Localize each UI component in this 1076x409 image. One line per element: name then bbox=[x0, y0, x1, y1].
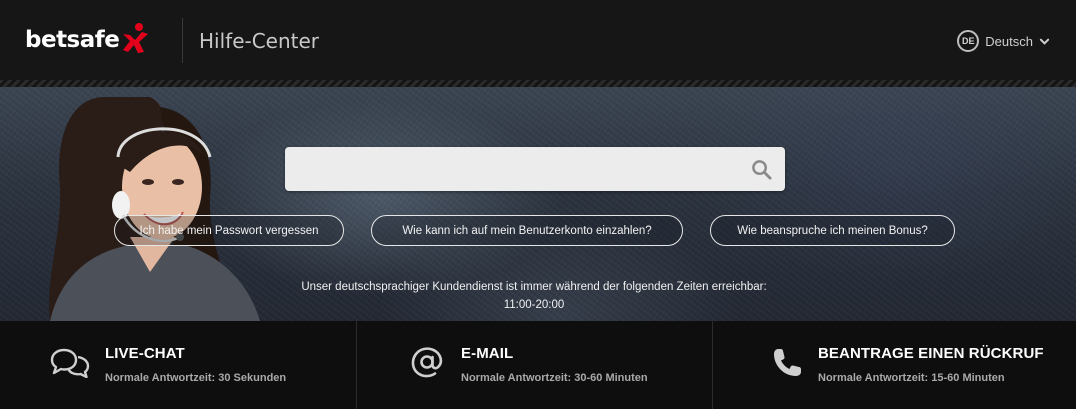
language-code-badge: DE bbox=[957, 30, 980, 52]
contact-response-time: Normale Antwortzeit: 15-60 Minuten bbox=[818, 372, 1005, 384]
betsafe-logo[interactable]: betsafe bbox=[25, 22, 150, 58]
language-selector[interactable]: DE Deutsch bbox=[957, 30, 1050, 52]
search-box[interactable] bbox=[285, 147, 785, 191]
contact-title: BEANTRAGE EINEN RÜCKRUF bbox=[818, 345, 1044, 362]
contact-response-time: Normale Antwortzeit: 30 Sekunden bbox=[105, 372, 287, 384]
contact-options-bar: LIVE-CHAT Normale Antwortzeit: 30 Sekund… bbox=[0, 321, 1076, 409]
service-hours-info: Unser deutschsprachiger Kundendienst ist… bbox=[0, 278, 1068, 314]
quick-link-bonus[interactable]: Wie beanspruche ich meinen Bonus? bbox=[710, 215, 955, 246]
chevron-down-icon bbox=[1039, 38, 1050, 45]
contact-title: E-MAIL bbox=[461, 345, 514, 362]
search-icon[interactable] bbox=[751, 159, 772, 180]
top-header: betsafe Hilfe-Center DE Deutsch bbox=[0, 0, 1076, 85]
contact-callback[interactable]: BEANTRAGE EINEN RÜCKRUF Normale Antwortz… bbox=[713, 321, 1076, 409]
chat-bubbles-icon bbox=[50, 348, 90, 378]
hero-banner: Ich habe mein Passwort vergessen Wie kan… bbox=[0, 87, 1076, 321]
search-input[interactable] bbox=[285, 147, 745, 191]
language-label: Deutsch bbox=[985, 33, 1033, 49]
quick-link-password[interactable]: Ich habe mein Passwort vergessen bbox=[114, 215, 344, 246]
at-sign-icon bbox=[411, 347, 443, 378]
quick-link-deposit[interactable]: Wie kann ich auf mein Benutzerkonto einz… bbox=[371, 215, 683, 246]
service-hours-text: Unser deutschsprachiger Kundendienst ist… bbox=[301, 281, 767, 293]
page-title: Hilfe-Center bbox=[199, 29, 320, 53]
brand-x-figure-icon bbox=[123, 23, 149, 53]
contact-live-chat[interactable]: LIVE-CHAT Normale Antwortzeit: 30 Sekund… bbox=[0, 321, 356, 409]
phone-icon bbox=[774, 349, 801, 376]
contact-title: LIVE-CHAT bbox=[105, 345, 185, 362]
header-stripe-divider bbox=[0, 80, 1076, 87]
header-divider bbox=[182, 18, 183, 63]
contact-email[interactable]: E-MAIL Normale Antwortzeit: 30-60 Minute… bbox=[356, 321, 713, 409]
logo-wordmark: betsafe bbox=[25, 27, 120, 53]
service-hours-time: 11:00-20:00 bbox=[503, 299, 565, 311]
contact-response-time: Normale Antwortzeit: 30-60 Minuten bbox=[461, 372, 648, 384]
